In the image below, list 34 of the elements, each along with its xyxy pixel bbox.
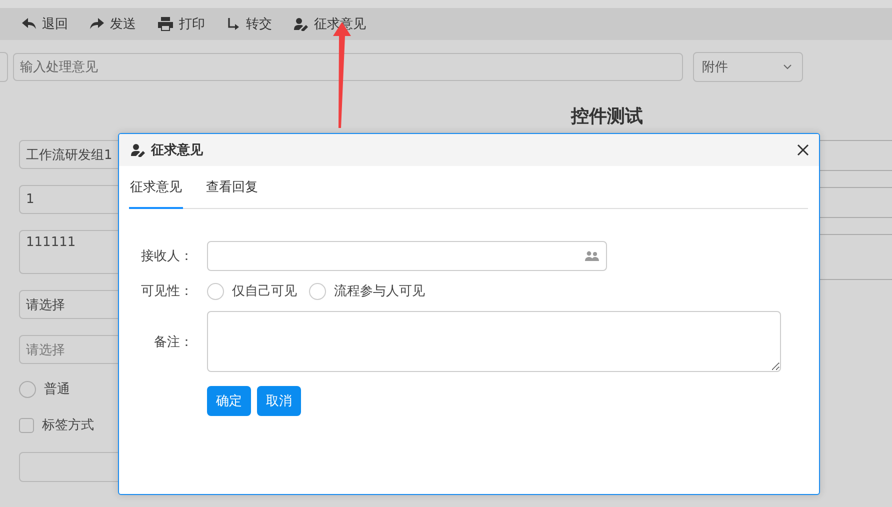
tab[interactable]: 征求意见 bbox=[129, 166, 183, 209]
reply-arrow-icon bbox=[22, 18, 36, 30]
checkbox[interactable] bbox=[19, 418, 34, 432]
printer-icon bbox=[158, 17, 173, 31]
turn-arrow-icon bbox=[227, 18, 240, 30]
radio-label: 普通 bbox=[44, 380, 70, 398]
page-title: 控件测试 bbox=[571, 105, 644, 129]
attachment-select[interactable]: 附件 bbox=[693, 52, 803, 82]
user-edit-icon bbox=[294, 18, 308, 30]
people-icon bbox=[585, 251, 599, 261]
opinion-input[interactable]: 输入处理意见 bbox=[13, 53, 683, 81]
radio-label: 流程参与人可见 bbox=[334, 283, 425, 300]
close-icon bbox=[797, 144, 809, 156]
radio-button[interactable] bbox=[207, 282, 224, 300]
forward-arrow-icon bbox=[90, 18, 104, 30]
receiver-field[interactable] bbox=[207, 241, 607, 271]
toolbar-button[interactable]: 打印 bbox=[158, 15, 205, 33]
toolbar-button[interactable]: 转交 bbox=[227, 15, 272, 33]
user-edit-icon bbox=[131, 144, 145, 156]
radio-button[interactable] bbox=[19, 380, 36, 398]
radio-label: 仅自己可见 bbox=[232, 283, 297, 300]
radio-button[interactable] bbox=[309, 282, 326, 300]
field-label: 可见性： bbox=[140, 283, 193, 300]
field-label: 备注： bbox=[153, 334, 193, 350]
tab[interactable]: 查看回复 bbox=[205, 166, 259, 209]
field-label: 接收人： bbox=[140, 248, 193, 265]
chevron-down-icon bbox=[783, 64, 792, 70]
input-field[interactable] bbox=[0, 52, 8, 82]
toolbar-button[interactable]: 退回 bbox=[22, 15, 68, 33]
dialog-title: 征求意见 bbox=[151, 142, 204, 159]
close-button[interactable] bbox=[797, 144, 809, 156]
toolbar-button[interactable]: 发送 bbox=[90, 15, 136, 33]
remark-field[interactable] bbox=[207, 311, 781, 372]
checkbox-label: 标签方式 bbox=[42, 417, 94, 434]
